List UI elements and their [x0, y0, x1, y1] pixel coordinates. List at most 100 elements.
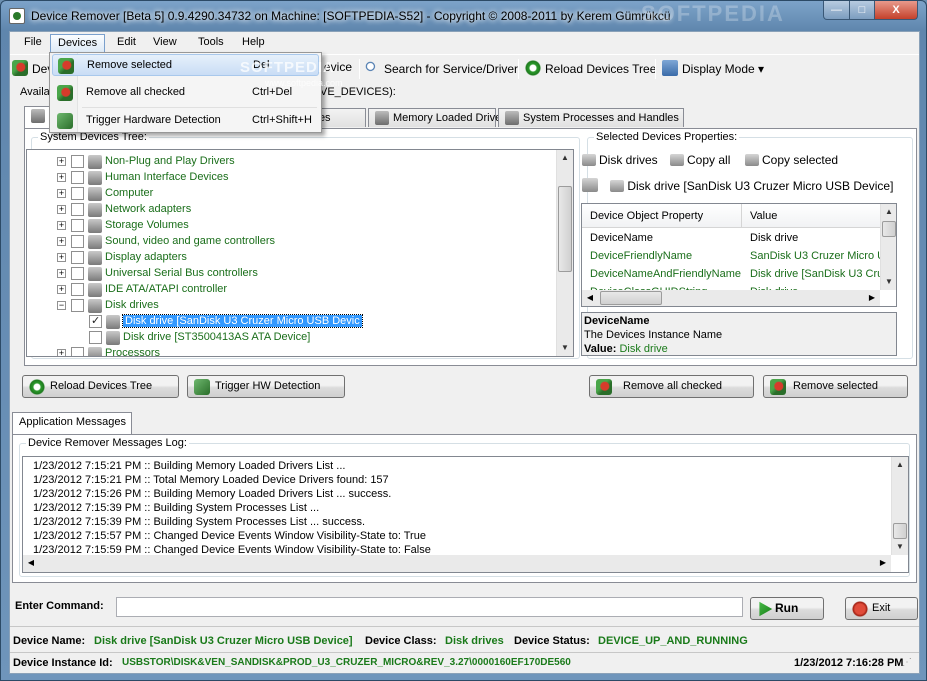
grid-cell-property[interactable]: DeviceName: [582, 230, 742, 248]
copy-all-button[interactable]: Copy all: [670, 153, 730, 167]
expand-toggle-icon[interactable]: +: [57, 157, 66, 166]
tree-scrollbar[interactable]: ▲ ▼: [556, 150, 573, 356]
messages-log[interactable]: ▲ ▼ ◀ ▶ 1/23/2012 7:15:21 PM :: Building…: [22, 456, 909, 573]
grid-vscrollbar[interactable]: ▲ ▼: [880, 204, 896, 290]
tree-checkbox[interactable]: [71, 235, 84, 248]
scroll-down-icon[interactable]: ▼: [892, 539, 908, 555]
log-hscrollbar[interactable]: ◀ ▶: [23, 555, 891, 572]
dropdown-watermark-sub: www.softpedia.com: [265, 78, 343, 88]
menu-item-label: Remove selected: [87, 59, 172, 71]
instance-value: USBSTOR\DISK&VEN_SANDISK&PROD_U3_CRUZER_…: [122, 657, 571, 668]
menu-file[interactable]: File: [18, 36, 48, 48]
menu-devices[interactable]: Devices: [50, 34, 106, 53]
tree-checkbox[interactable]: [71, 299, 84, 312]
maximize-button[interactable]: □: [849, 1, 875, 20]
hardware-icon: [194, 379, 210, 395]
tree-checkbox[interactable]: [89, 331, 102, 344]
tree-checkbox[interactable]: [71, 219, 84, 232]
grid-cell-property[interactable]: DeviceNameAndFriendlyName: [582, 266, 742, 284]
status-datetime: 1/23/2012 7:16:28 PM: [794, 657, 904, 669]
search-service-button[interactable]: Search for Service/Driver: [364, 60, 518, 78]
tree-checkbox[interactable]: [71, 347, 84, 356]
remove-device-tool[interactable]: Dev: [12, 60, 53, 78]
remove-all-checked-button[interactable]: Remove all checked: [589, 375, 754, 398]
tree-checkbox[interactable]: [71, 155, 84, 168]
devices-tree[interactable]: ▲ ▼ + Non-Plug and Play Drivers + Human Int…: [26, 149, 574, 357]
menu-help[interactable]: Help: [236, 36, 271, 48]
menu-tools[interactable]: Tools: [192, 36, 230, 48]
resize-grip-icon[interactable]: ⋰: [902, 657, 912, 668]
properties-grid[interactable]: Device Object Property Value DeviceName D…: [581, 203, 897, 307]
scroll-right-icon[interactable]: ▶: [864, 290, 880, 306]
scroll-up-icon[interactable]: ▲: [881, 204, 896, 220]
tab-memory-drivers[interactable]: Memory Loaded Drivers: [368, 108, 510, 127]
grid-scroll-thumb[interactable]: [882, 221, 896, 237]
run-button[interactable]: Run: [750, 597, 824, 620]
menu-edit[interactable]: Edit: [111, 36, 142, 48]
tab-system-processes[interactable]: System Processes and Handles: [498, 108, 684, 127]
tree-checkbox[interactable]: [71, 251, 84, 264]
menu-bar: File Devices Edit View Tools Help: [10, 32, 919, 54]
expand-toggle-icon[interactable]: +: [57, 349, 66, 356]
memory-drivers-icon: [375, 111, 389, 125]
col-header-value[interactable]: Value: [742, 204, 881, 228]
log-scroll-thumb[interactable]: [893, 523, 907, 539]
grid-cell-value[interactable]: SanDisk U3 Cruzer Micro U: [742, 248, 880, 266]
command-input[interactable]: [116, 597, 743, 617]
devices-menu-item[interactable]: Trigger Hardware Detection Ctrl+Shift+H: [52, 110, 319, 132]
display-mode-dropdown[interactable]: Display Mode ▾: [662, 60, 764, 78]
expand-toggle-icon[interactable]: +: [57, 269, 66, 278]
device-category-icon: [88, 203, 102, 217]
expand-toggle-icon[interactable]: −: [57, 301, 66, 310]
scroll-up-icon[interactable]: ▲: [892, 457, 908, 473]
exit-button[interactable]: Exit: [845, 597, 918, 620]
tree-scroll-thumb[interactable]: [558, 186, 572, 272]
expand-toggle-icon[interactable]: +: [57, 221, 66, 230]
close-button[interactable]: X: [874, 1, 918, 20]
expand-toggle-icon[interactable]: +: [57, 205, 66, 214]
minimize-button[interactable]: —: [823, 1, 850, 20]
grid-hscroll-thumb[interactable]: [600, 291, 662, 305]
tree-checkbox[interactable]: ✓: [89, 315, 102, 328]
tree-checkbox[interactable]: [71, 203, 84, 216]
search-label: Search for Service/Driver: [384, 62, 519, 76]
menu-view[interactable]: View: [147, 36, 183, 48]
copy-selected-label: Copy selected: [762, 153, 839, 167]
scroll-up-icon[interactable]: ▲: [557, 150, 573, 166]
expand-toggle-icon[interactable]: +: [57, 285, 66, 294]
expand-toggle-icon[interactable]: +: [57, 237, 66, 246]
trigger-hw-button[interactable]: Trigger HW Detection: [187, 375, 345, 398]
tree-item-label: Computer: [105, 187, 154, 199]
expand-toggle-icon[interactable]: +: [57, 189, 66, 198]
scroll-left-icon[interactable]: ◀: [23, 555, 39, 571]
scroll-down-icon[interactable]: ▼: [881, 274, 896, 290]
scroll-left-icon[interactable]: ◀: [582, 290, 598, 306]
grid-cell-value[interactable]: Disk drive: [742, 230, 880, 248]
expand-toggle-icon[interactable]: +: [57, 173, 66, 182]
tree-checkbox[interactable]: [71, 283, 84, 296]
tree-checkbox[interactable]: [71, 171, 84, 184]
disk-drives-button[interactable]: Disk drives: [582, 153, 658, 167]
device-props-icon: [582, 178, 598, 192]
col-header-property[interactable]: Device Object Property: [582, 204, 742, 228]
copy-selected-button[interactable]: Copy selected: [745, 153, 838, 167]
remove-selected-button[interactable]: Remove selected: [763, 375, 908, 398]
tree-item-label: Non-Plug and Play Drivers: [105, 155, 235, 167]
log-line: 1/23/2012 7:15:39 PM :: Building System …: [33, 502, 320, 514]
app-icon[interactable]: [9, 8, 25, 24]
reload-tree-button[interactable]: Reload Devices Tree: [22, 375, 179, 398]
expand-toggle-icon[interactable]: +: [57, 253, 66, 262]
tree-checkbox[interactable]: [71, 267, 84, 280]
tab-application-messages[interactable]: Application Messages: [12, 412, 132, 434]
disk-drive-icon: [610, 180, 625, 192]
scroll-down-icon[interactable]: ▼: [557, 340, 573, 356]
scroll-right-icon[interactable]: ▶: [875, 555, 891, 571]
grid-cell-property[interactable]: DeviceFriendlyName: [582, 248, 742, 266]
reload-tree-tool[interactable]: Reload Devices Tree: [525, 60, 656, 78]
log-vscrollbar[interactable]: ▲ ▼: [891, 457, 908, 555]
grid-cell-value[interactable]: Disk drive [SanDisk U3 Cru: [742, 266, 880, 284]
grid-hscrollbar[interactable]: ◀ ▶: [582, 290, 880, 306]
tree-checkbox[interactable]: [71, 187, 84, 200]
title-bar[interactable]: Device Remover [Beta 5] 0.9.4290.34732 o…: [1, 1, 926, 31]
display-mode-label: Display Mode: [682, 62, 755, 76]
